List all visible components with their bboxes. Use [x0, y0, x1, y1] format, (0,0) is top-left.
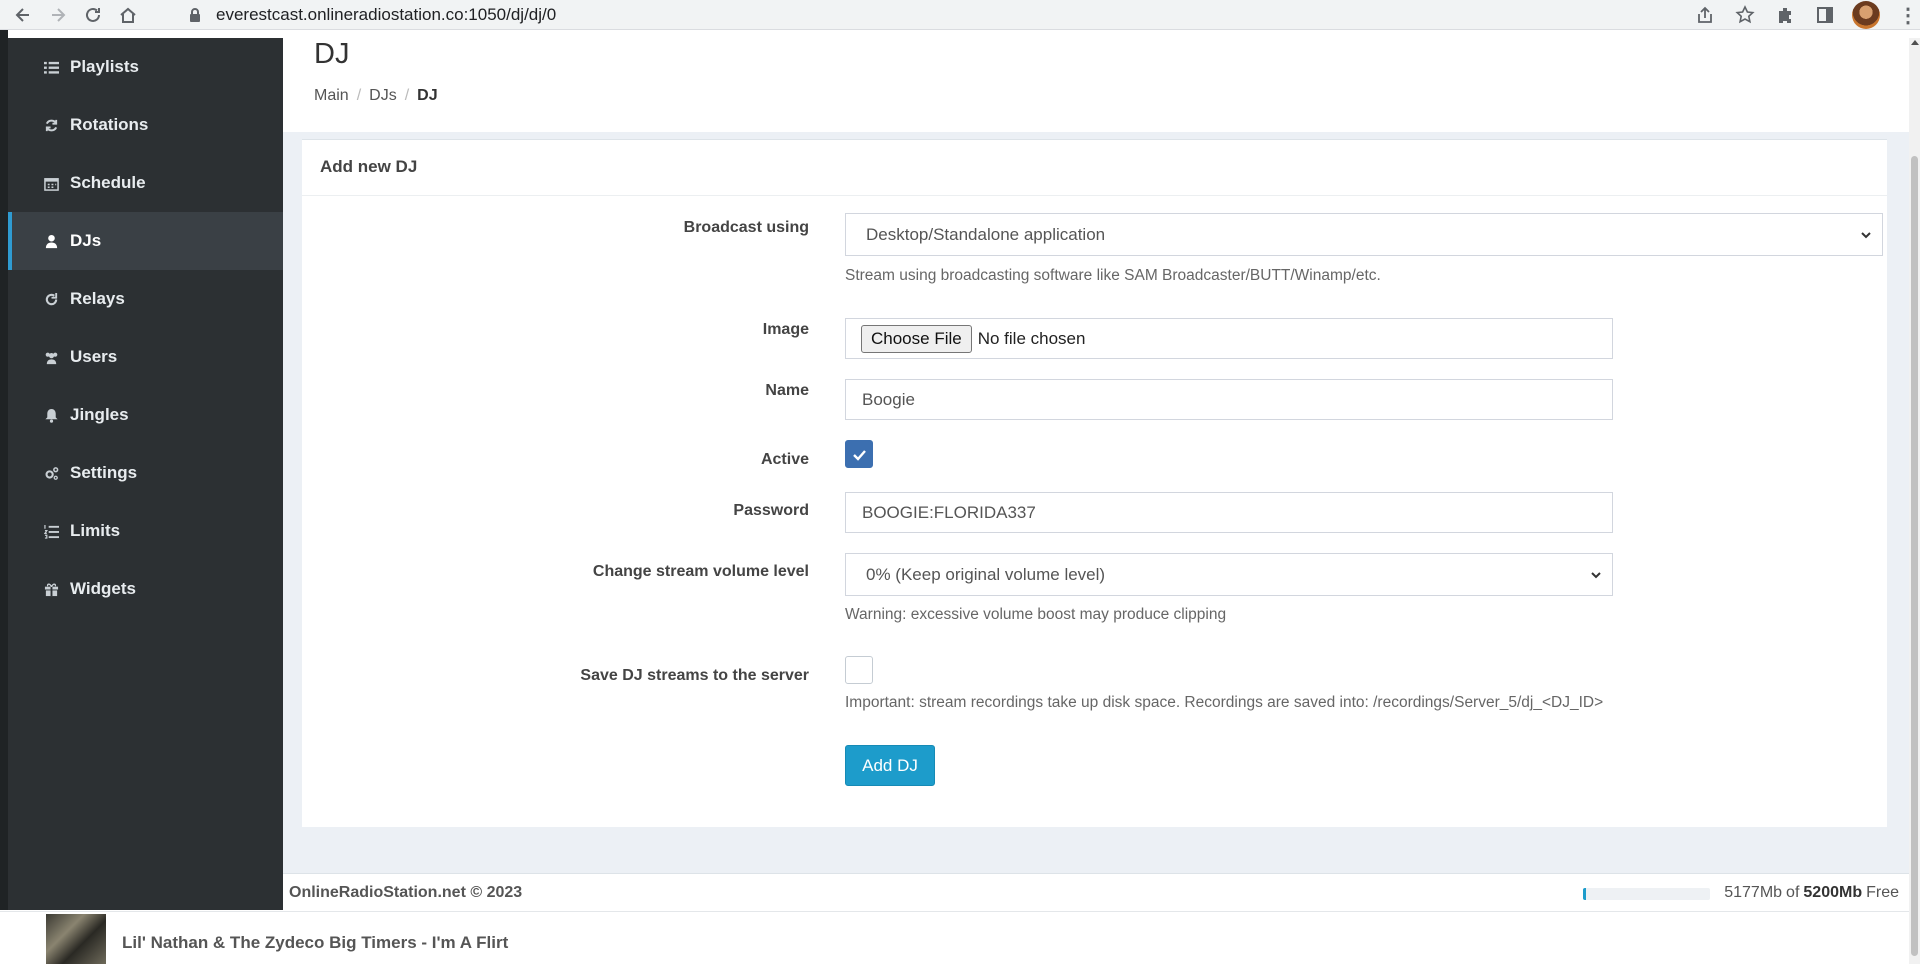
breadcrumb-separator: /: [404, 87, 410, 104]
sidebar-item-label: Widgets: [70, 579, 136, 598]
broadcast-help: Stream using broadcasting software like …: [845, 267, 1381, 284]
reload-icon[interactable]: [81, 3, 105, 27]
disk-usage-fill: [1583, 888, 1586, 900]
sidebar-item-playlists[interactable]: Playlists: [8, 38, 283, 96]
bookmark-star-icon[interactable]: [1734, 4, 1756, 26]
menu-kebab-icon[interactable]: ⋮: [1898, 3, 1918, 28]
disk-of: of: [1786, 884, 1800, 901]
lock-icon: [190, 8, 200, 22]
password-label: Password: [733, 502, 809, 519]
home-icon[interactable]: [116, 3, 140, 27]
volume-label: Change stream volume level: [592, 563, 809, 580]
sidebar-item-label: Settings: [70, 463, 138, 482]
album-art: [46, 914, 106, 964]
breadcrumb-separator: /: [356, 87, 362, 104]
breadcrumb: Main / DJs / DJ: [314, 87, 438, 105]
back-icon[interactable]: [11, 3, 35, 27]
active-label: Active: [760, 451, 809, 468]
save-streams-checkbox[interactable]: [845, 656, 873, 684]
volume-select-value: 0% (Keep original volume level): [866, 564, 1106, 584]
list-icon: [43, 59, 59, 75]
add-dj-card: Add new DJ Broadcast using Desktop/Stand…: [302, 139, 1887, 827]
volume-help: Warning: excessive volume boost may prod…: [845, 606, 1227, 623]
name-input-value: Boogie: [862, 389, 915, 409]
share-icon[interactable]: [1694, 4, 1716, 26]
chevron-down-icon: [1861, 231, 1871, 238]
sidebar-item-settings[interactable]: Settings: [8, 444, 283, 502]
breadcrumb-djs-link[interactable]: DJs: [369, 87, 397, 105]
breadcrumb-current: DJ: [417, 87, 438, 104]
sidebar-item-users[interactable]: Users: [8, 328, 283, 386]
extensions-icon[interactable]: [1774, 4, 1796, 26]
image-label: Image: [762, 321, 809, 338]
profile-avatar[interactable]: [1852, 1, 1880, 29]
footer: OnlineRadioStation.net © 2023 5177Mb of …: [283, 873, 1909, 911]
broadcast-label: Broadcast using: [683, 219, 809, 236]
list-ol-icon: [43, 523, 59, 539]
card-title: Add new DJ: [302, 140, 1887, 196]
active-checkbox[interactable]: [845, 440, 873, 468]
sidebar-item-rotations[interactable]: Rotations: [8, 96, 283, 154]
name-input[interactable]: Boogie: [845, 379, 1613, 420]
window-edge: [0, 30, 8, 910]
now-playing-track: Lil' Nathan & The Zydeco Big Timers - I'…: [122, 933, 509, 952]
forward-icon[interactable]: [46, 3, 70, 27]
choose-file-button[interactable]: Choose File: [861, 324, 972, 353]
page-scrollbar[interactable]: [1909, 38, 1920, 964]
scroll-up-icon[interactable]: [1911, 40, 1919, 45]
sidebar-item-relays[interactable]: Relays: [8, 270, 283, 328]
password-input[interactable]: BOOGIE:FLORIDA337: [845, 492, 1613, 533]
checkmark-icon: [852, 449, 866, 461]
password-input-value: BOOGIE:FLORIDA337: [862, 502, 1036, 522]
users-icon: [43, 349, 59, 365]
name-label: Name: [765, 382, 809, 399]
broadcast-select[interactable]: Desktop/Standalone application: [845, 213, 1883, 256]
footer-copyright: OnlineRadioStation.net © 2023: [289, 884, 523, 901]
now-playing-bar: Lil' Nathan & The Zydeco Big Timers - I'…: [0, 911, 1909, 964]
save-streams-help: Important: stream recordings take up dis…: [845, 694, 1604, 711]
refresh-icon: [43, 117, 59, 133]
browser-toolbar: everestcast.onlineradiostation.co:1050/d…: [0, 0, 1920, 30]
sidebar-item-jingles[interactable]: Jingles: [8, 386, 283, 444]
page-header: DJ Main / DJs / DJ: [283, 38, 1909, 132]
cogs-icon: [43, 465, 59, 481]
save-streams-label: Save DJ streams to the server: [580, 667, 809, 684]
sidebar-item-djs[interactable]: DJs: [8, 212, 283, 270]
sidebar-item-widgets[interactable]: Widgets: [8, 560, 283, 618]
calendar-icon: [43, 175, 59, 191]
volume-select[interactable]: 0% (Keep original volume level): [845, 553, 1613, 596]
page-title: DJ: [314, 38, 350, 70]
user-icon: [43, 233, 59, 249]
disk-used: 5177Mb: [1724, 884, 1783, 901]
chevron-down-icon: [1591, 571, 1601, 578]
file-status: No file chosen: [977, 328, 1086, 348]
sidebar-item-label: Rotations: [70, 115, 149, 134]
disk-usage-text: 5177Mb of 5200Mb Free: [1724, 884, 1899, 902]
sidebar-item-label: Jingles: [70, 405, 129, 424]
add-dj-button[interactable]: Add DJ: [845, 745, 935, 786]
scrollbar-thumb[interactable]: [1911, 156, 1918, 956]
sidebar-item-limits[interactable]: Limits: [8, 502, 283, 560]
disk-free: Free: [1866, 884, 1899, 901]
sidebar-item-schedule[interactable]: Schedule: [8, 154, 283, 212]
disk-total: 5200Mb: [1803, 884, 1863, 901]
sidebar-item-label: Playlists: [70, 57, 139, 76]
sidebar: Playlists Rotations Schedule DJs Relays …: [8, 38, 283, 910]
side-panel-icon[interactable]: [1814, 4, 1836, 26]
address-bar[interactable]: everestcast.onlineradiostation.co:1050/d…: [188, 0, 556, 30]
redo-icon: [43, 291, 59, 307]
bell-icon: [43, 407, 59, 423]
main-content: DJ Main / DJs / DJ Add new DJ Broadcast …: [283, 38, 1909, 911]
gift-icon: [43, 581, 59, 597]
url-text: everestcast.onlineradiostation.co:1050/d…: [216, 5, 557, 24]
broadcast-select-value: Desktop/Standalone application: [866, 224, 1106, 244]
sidebar-item-label: Limits: [70, 521, 121, 540]
sidebar-item-label: Users: [70, 347, 118, 366]
sidebar-item-label: DJs: [70, 231, 102, 250]
breadcrumb-main-link[interactable]: Main: [314, 87, 349, 105]
sidebar-item-label: Schedule: [70, 173, 146, 192]
image-file-input[interactable]: Choose File No file chosen: [845, 318, 1613, 359]
sidebar-item-label: Relays: [70, 289, 125, 308]
disk-usage-bar: [1583, 888, 1710, 900]
